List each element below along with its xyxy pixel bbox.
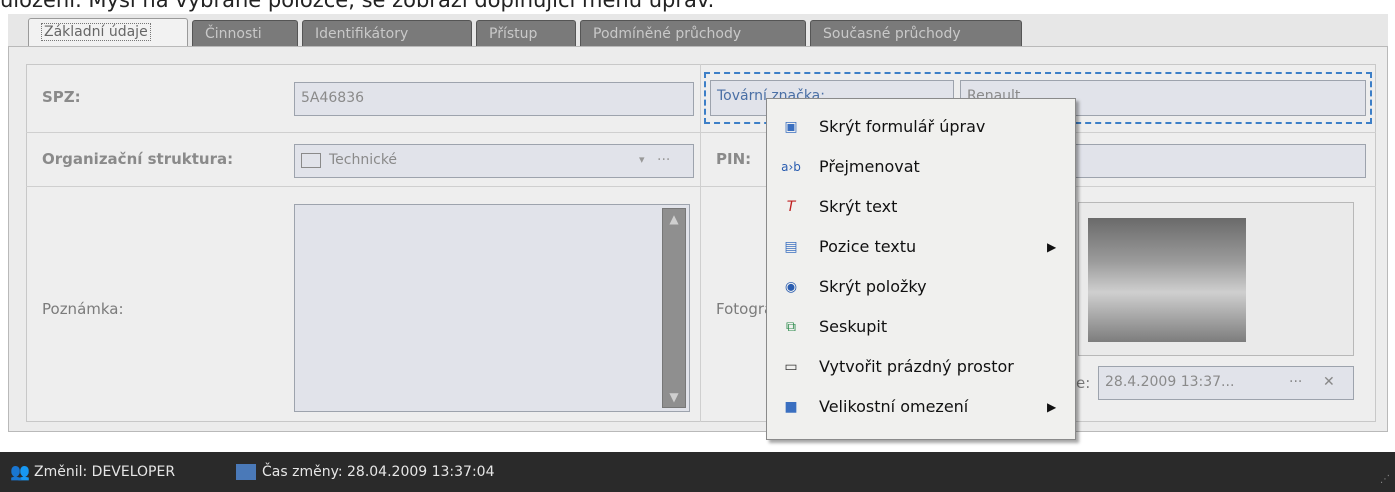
note-label: Poznámka: <box>42 300 124 318</box>
date-label-fragment: e: <box>1076 374 1091 392</box>
resize-grip-icon[interactable]: ⋰ <box>1380 474 1392 486</box>
tab-basic-data[interactable]: Základní údaje <box>28 18 188 48</box>
row-divider <box>26 132 1376 133</box>
menu-item-label: Skrýt text <box>819 197 898 216</box>
menu-item-label: Velikostní omezení <box>819 397 969 416</box>
pin-label: PIN: <box>716 150 752 168</box>
menu-item-label: Skrýt formulář úprav <box>819 117 986 136</box>
tab-activities[interactable]: Činnosti <box>192 20 298 46</box>
calendar-icon <box>236 464 256 480</box>
context-menu: ▣ Skrýt formulář úprav a›b Přejmenovat T… <box>766 98 1076 440</box>
menu-item-hide-items[interactable]: ◉ Skrýt položky <box>767 267 1075 307</box>
hide-text-icon: T <box>786 199 796 215</box>
menu-item-label: Vytvořit prázdný prostor <box>819 357 1014 376</box>
vehicle-photo[interactable] <box>1088 218 1246 342</box>
submenu-arrow-icon: ▶ <box>1047 400 1057 414</box>
status-bar: 👥 Změnil: DEVELOPER Čas změny: 28.04.200… <box>0 452 1395 492</box>
text-position-icon: ▤ <box>784 239 798 255</box>
menu-item-empty-space[interactable]: ▭ Vytvořit prázdný prostor <box>767 347 1075 387</box>
size-constraint-icon: ■ <box>784 399 798 415</box>
menu-item-hide-text[interactable]: T Skrýt text <box>767 187 1075 227</box>
hide-items-icon: ◉ <box>784 279 798 295</box>
menu-item-group[interactable]: ⧉ Seskupit <box>767 307 1075 347</box>
tab-current-passes[interactable]: Současné průchody <box>810 20 1022 46</box>
tab-conditional-passes[interactable]: Podmíněné průchody <box>580 20 806 46</box>
spz-input[interactable]: 5A46836 <box>294 82 694 116</box>
date-more-button[interactable]: ··· <box>1289 367 1302 397</box>
vehicle-editor-window: Základní údaje Činnosti Identifikátory P… <box>0 0 1395 492</box>
row-divider <box>26 186 1376 187</box>
scroll-up-icon[interactable]: ▲ <box>663 209 685 229</box>
group-icon: ⧉ <box>786 319 796 335</box>
photo-date-value: 28.4.2009 13:37... <box>1105 374 1235 390</box>
org-structure-label: Organizační struktura: <box>42 150 234 168</box>
empty-space-icon: ▭ <box>784 359 798 375</box>
menu-item-hide-form[interactable]: ▣ Skrýt formulář úprav <box>767 107 1075 147</box>
menu-item-rename[interactable]: a›b Přejmenovat <box>767 147 1075 187</box>
date-clear-icon[interactable]: ✕ <box>1323 367 1335 397</box>
org-more-button[interactable]: ··· <box>657 145 670 175</box>
scroll-down-icon[interactable]: ▼ <box>663 387 685 407</box>
rename-icon: a›b <box>781 160 801 174</box>
pin-input[interactable] <box>1068 144 1366 178</box>
spz-label: SPZ: <box>42 88 81 106</box>
menu-item-label: Skrýt položky <box>819 277 927 296</box>
chevron-down-icon[interactable]: ▾ <box>639 145 645 175</box>
tab-identifiers[interactable]: Identifikátory <box>302 20 472 46</box>
column-divider <box>700 64 701 422</box>
folder-icon <box>301 152 321 168</box>
photo-date-field[interactable]: 28.4.2009 13:37... ··· ✕ <box>1098 366 1354 400</box>
org-structure-dropdown[interactable]: Technické ▾ ··· <box>294 144 694 178</box>
menu-item-label: Přejmenovat <box>819 157 920 176</box>
menu-item-size-constraint[interactable]: ■ Velikostní omezení ▶ <box>767 387 1075 427</box>
menu-item-label: Pozice textu <box>819 237 917 256</box>
changed-by-text: Změnil: DEVELOPER <box>34 464 176 480</box>
submenu-arrow-icon: ▶ <box>1047 240 1057 254</box>
tab-label: Základní údaje <box>41 23 151 41</box>
changed-time-text: Čas změny: 28.04.2009 13:37:04 <box>262 464 495 480</box>
menu-item-label: Seskupit <box>819 317 888 336</box>
note-textarea[interactable] <box>294 204 690 412</box>
hide-form-icon: ▣ <box>784 119 798 135</box>
menu-item-text-position[interactable]: ▤ Pozice textu ▶ <box>767 227 1075 267</box>
note-scrollbar[interactable]: ▲ ▼ <box>662 208 686 408</box>
tab-access[interactable]: Přístup <box>476 20 576 46</box>
tab-strip: Základní údaje Činnosti Identifikátory P… <box>8 14 1388 48</box>
users-icon: 👥 <box>10 462 30 481</box>
org-structure-value: Technické <box>329 152 398 168</box>
